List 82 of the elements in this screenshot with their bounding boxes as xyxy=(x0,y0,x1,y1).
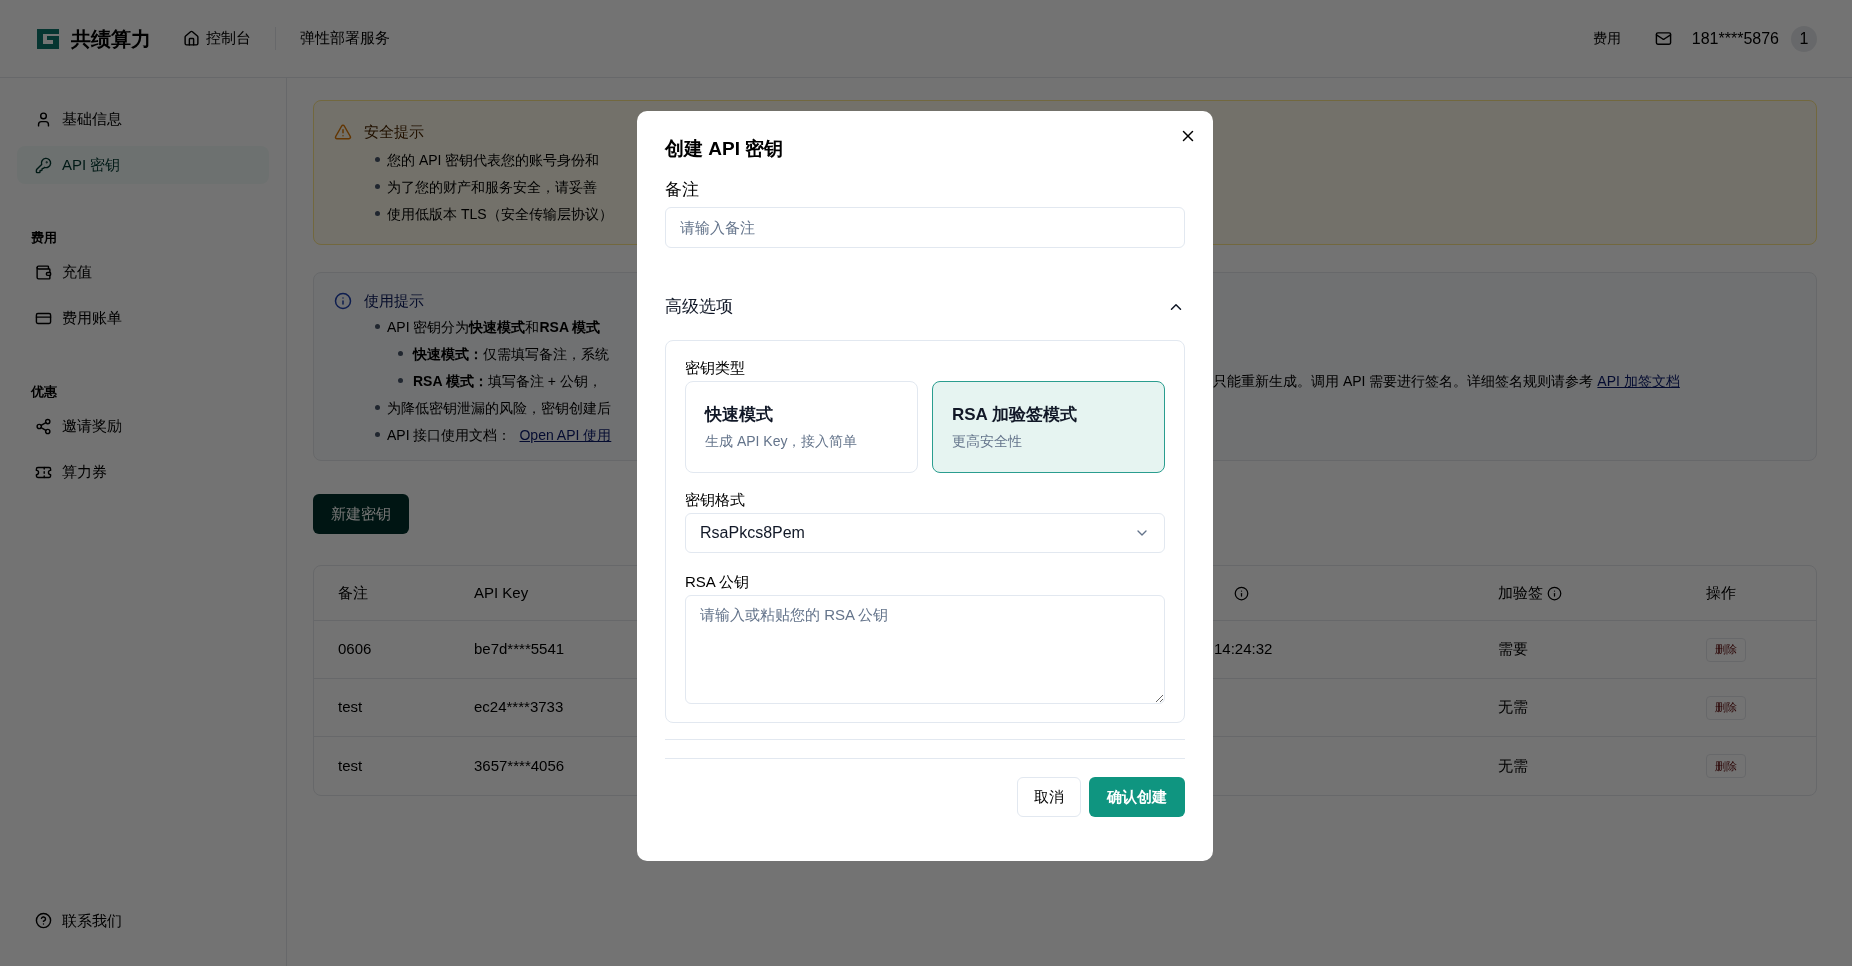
bullet-icon xyxy=(375,323,380,329)
bullet-icon xyxy=(375,431,380,437)
bullet-icon xyxy=(375,404,380,410)
sidebar-section-title: 优惠 xyxy=(29,382,58,401)
notice-text: API 密钥分为快速模式和RSA 模式 xyxy=(387,317,601,337)
table-cell: 需要 xyxy=(1498,640,1528,658)
delete-button[interactable]: 删除 xyxy=(1706,695,1746,720)
sidebar-item[interactable]: API 密钥 xyxy=(17,146,269,184)
cancel-button[interactable]: 取消 xyxy=(1017,777,1081,817)
notice-text: 为了您的财产和服务安全，请妥善 xyxy=(387,177,597,197)
delete-button[interactable]: 删除 xyxy=(1706,754,1746,779)
bullet-icon xyxy=(375,210,380,216)
table-cell: ec24****3733 xyxy=(474,698,564,716)
column-header: 加验签 xyxy=(1498,582,1543,603)
table-cell: 无需 xyxy=(1498,756,1528,774)
notice-text: 快速模式：仅需填写备注，系统 xyxy=(413,344,609,364)
confirm-button[interactable]: 确认创建 xyxy=(1089,777,1185,817)
help-icon xyxy=(35,912,52,930)
advanced-toggle[interactable]: 高级选项 xyxy=(665,288,1185,326)
sidebar-item[interactable]: 费用账单 xyxy=(17,299,269,338)
key-type-option[interactable]: RSA 加验签模式 更高安全性 xyxy=(932,381,1165,473)
notice-text: 您的 API 密钥代表您的账号身份和 xyxy=(387,150,600,170)
warning-icon xyxy=(334,123,352,142)
table-cell: 14:24:32 xyxy=(1214,640,1273,658)
notice-text: 为降低密钥泄漏的风险，密钥创建后 xyxy=(387,398,611,418)
notice-title: 安全提示 xyxy=(364,122,424,142)
field-label: RSA 公钥 xyxy=(685,572,751,592)
table-cell: 0606 xyxy=(338,640,372,658)
wallet-icon xyxy=(35,264,52,281)
delete-button[interactable]: 删除 xyxy=(1706,637,1746,662)
bullet-icon xyxy=(375,183,380,189)
sidebar-item[interactable]: 算力券 xyxy=(17,453,269,491)
option-description: 更高安全性 xyxy=(952,432,1022,452)
sidebar-item[interactable]: 邀请奖励 xyxy=(17,407,269,445)
bullet-icon xyxy=(398,377,403,383)
field-label: 密钥格式 xyxy=(685,490,746,510)
bullet-icon xyxy=(375,156,380,162)
notice-text: 只能重新生成。调用 API 需要进行签名。详细签名规则请参考 xyxy=(1213,371,1594,391)
user-phone[interactable]: 181****5876 xyxy=(1691,26,1779,51)
key-type-option[interactable]: 快速模式 生成 API Key，接入简单 xyxy=(685,381,918,473)
option-title: 快速模式 xyxy=(705,403,773,426)
column-header: 操作 xyxy=(1706,582,1736,603)
notice-title: 使用提示 xyxy=(364,291,424,311)
pubkey-field[interactable]: 请输入或粘贴您的 RSA 公钥 xyxy=(685,595,1165,704)
table-cell: be7d****5541 xyxy=(474,640,565,658)
docs-link[interactable]: Open API 使用 xyxy=(519,422,612,450)
home-icon xyxy=(183,30,200,47)
notice-text: 使用低版本 TLS（安全传输层协议） xyxy=(387,204,613,224)
notice-text: RSA 模式：填写备注 + 公钥， xyxy=(413,371,602,391)
fees-link[interactable]: 费用 xyxy=(1592,28,1621,49)
table-cell: 3657****4056 xyxy=(474,756,565,774)
table-cell: 无需 xyxy=(1498,698,1528,716)
bullet-icon xyxy=(398,350,403,356)
table-cell: test xyxy=(338,698,363,716)
option-description: 生成 API Key，接入简单 xyxy=(705,432,858,452)
docs-link[interactable]: API 加签文档 xyxy=(1597,368,1680,396)
sidebar-item[interactable]: 基础信息 xyxy=(17,100,269,138)
note-field[interactable]: 请输入备注 xyxy=(665,207,1185,248)
share-icon xyxy=(35,417,52,435)
nav-link[interactable]: 弹性部署服务 xyxy=(275,27,390,50)
brand-name: 共绩算力 xyxy=(71,26,151,52)
logo-icon xyxy=(35,26,61,51)
card-icon xyxy=(35,310,52,327)
table-cell: test xyxy=(338,756,363,774)
nav-link[interactable]: 控制台 xyxy=(183,27,251,50)
user-icon xyxy=(35,110,52,128)
field-label: 密钥类型 xyxy=(685,358,746,378)
key-icon xyxy=(35,156,52,174)
column-header: API Key xyxy=(474,582,529,603)
field-label: 备注 xyxy=(665,179,700,201)
dialog-title: 创建 API 密钥 xyxy=(665,137,785,161)
option-title: RSA 加验签模式 xyxy=(952,403,1077,426)
format-select[interactable]: RsaPkcs8Pem xyxy=(685,513,1165,553)
sidebar-item[interactable]: 充值 xyxy=(17,253,269,292)
user-avatar[interactable]: 1 xyxy=(1791,25,1817,52)
contact-link[interactable]: 联系我们 xyxy=(17,909,269,932)
sidebar-section-title: 费用 xyxy=(30,229,58,247)
info-icon xyxy=(334,292,352,311)
notice-text: API 接口使用文档： xyxy=(387,425,512,445)
mail-icon[interactable] xyxy=(1654,30,1672,47)
new-key-button[interactable]: 新建密钥 xyxy=(313,494,409,534)
column-header: 备注 xyxy=(338,582,368,603)
